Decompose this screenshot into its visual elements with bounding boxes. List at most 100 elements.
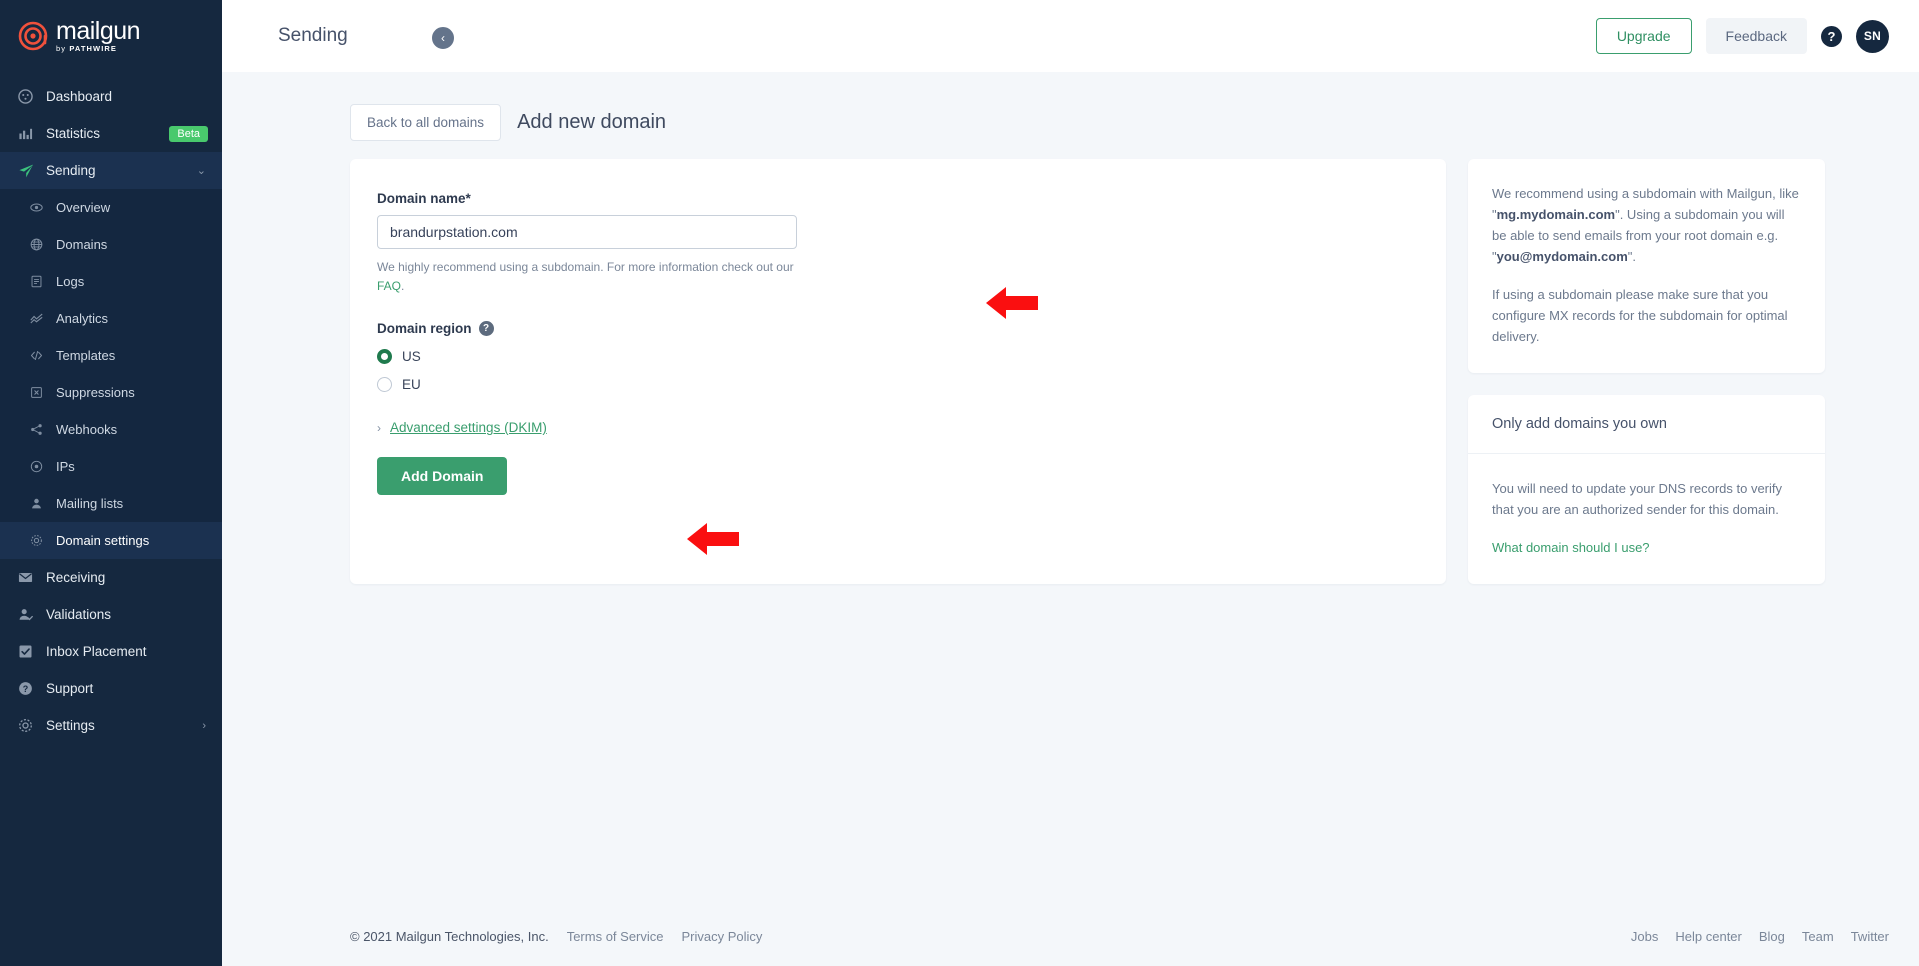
privacy-policy-link[interactable]: Privacy Policy	[682, 929, 763, 944]
sidebar-item-dashboard[interactable]: Dashboard	[0, 78, 222, 115]
sidebar-item-label: Settings	[46, 718, 95, 733]
share-icon	[30, 423, 50, 436]
globe-icon	[30, 238, 50, 251]
location-pin-icon	[30, 460, 50, 473]
sidebar-item-label: Receiving	[46, 570, 106, 585]
footer: © 2021 Mailgun Technologies, Inc. Terms …	[222, 906, 1919, 966]
region-option-us[interactable]: US	[377, 349, 1419, 365]
user-icon	[30, 497, 50, 510]
mailgun-logo[interactable]: mailgun by PATHWIRE	[0, 0, 222, 72]
help-icon[interactable]: ?	[1821, 25, 1842, 47]
sidebar-item-inbox-placement[interactable]: Inbox Placement	[0, 633, 222, 670]
advanced-settings-link[interactable]: Advanced settings (DKIM)	[390, 420, 547, 435]
terms-of-service-link[interactable]: Terms of Service	[567, 929, 664, 944]
footer-right: Jobs Help center Blog Team Twitter	[1631, 929, 1889, 944]
jobs-link[interactable]: Jobs	[1631, 929, 1658, 944]
domain-region-label: Domain region	[377, 321, 472, 337]
sidebar-item-label: Support	[46, 681, 94, 696]
add-new-domain-title: Add new domain	[517, 111, 667, 133]
sidebar-item-support[interactable]: ? Support	[0, 670, 222, 707]
sidebar-item-label: Domains	[56, 237, 108, 252]
radio-us[interactable]	[377, 349, 392, 365]
advanced-settings-toggle[interactable]: › Advanced settings (DKIM)	[377, 420, 1419, 435]
copyright: © 2021 Mailgun Technologies, Inc.	[350, 928, 549, 944]
svg-text:?: ?	[23, 684, 29, 694]
sidebar-item-mailing-lists[interactable]: Mailing lists	[0, 485, 222, 522]
sidebar-item-label: Statistics	[46, 126, 101, 141]
paper-plane-icon	[18, 163, 40, 179]
what-domain-link[interactable]: What domain should I use?	[1492, 540, 1650, 555]
breadcrumb: Back to all domains Add new domain	[350, 104, 1889, 141]
domain-region-label-row: Domain region ?	[377, 321, 1419, 337]
bar-chart-icon	[18, 126, 40, 141]
top-header: Sending Upgrade Feedback ? SN	[222, 0, 1919, 72]
gear-icon	[18, 718, 40, 733]
add-domain-form-card: Domain name* We highly recommend using a…	[350, 159, 1446, 585]
back-to-all-domains-button[interactable]: Back to all domains	[350, 104, 502, 141]
sidebar-item-ips[interactable]: IPs	[0, 448, 222, 485]
sidebar-item-label: Analytics	[56, 311, 109, 326]
line-chart-icon	[30, 312, 50, 325]
page-title: Sending	[278, 25, 348, 46]
sidebar-item-webhooks[interactable]: Webhooks	[0, 411, 222, 448]
region-option-eu[interactable]: EU	[377, 377, 1419, 393]
info-paragraph: You will need to update your DNS records…	[1492, 481, 1783, 518]
mailgun-logo-icon	[18, 21, 48, 51]
info-sidebar: We recommend using a subdomain with Mail…	[1468, 159, 1825, 585]
content-columns: Domain name* We highly recommend using a…	[350, 159, 1889, 585]
help-circle-icon: ?	[18, 681, 40, 696]
sidebar-item-overview[interactable]: Overview	[0, 189, 222, 226]
code-icon	[30, 349, 50, 362]
sidebar-item-label: Webhooks	[56, 422, 118, 437]
sidebar-item-label: Mailing lists	[56, 496, 124, 511]
domain-name-input[interactable]	[377, 215, 797, 249]
help-text-prefix: We highly recommend using a subdomain. F…	[377, 260, 794, 274]
footer-left: © 2021 Mailgun Technologies, Inc. Terms …	[350, 929, 762, 944]
sidebar-item-label: IPs	[56, 459, 75, 474]
sidebar-item-validations[interactable]: Validations	[0, 596, 222, 633]
twitter-link[interactable]: Twitter	[1851, 929, 1889, 944]
sidebar-item-label: Sending	[46, 163, 96, 178]
sidebar-item-label: Domain settings	[56, 533, 150, 548]
help-center-link[interactable]: Help center	[1675, 929, 1741, 944]
sidebar-item-statistics[interactable]: Statistics Beta	[0, 115, 222, 152]
sidebar-item-logs[interactable]: Logs	[0, 263, 222, 300]
sidebar-item-templates[interactable]: Templates	[0, 337, 222, 374]
blog-link[interactable]: Blog	[1759, 929, 1785, 944]
chevron-down-icon[interactable]: ⌄	[197, 164, 206, 177]
chevron-right-icon[interactable]: ›	[202, 720, 206, 732]
info-card-own-domains-body: You will need to update your DNS records…	[1468, 454, 1825, 584]
sidebar-item-domains[interactable]: Domains	[0, 226, 222, 263]
info-card-subdomain-body: We recommend using a subdomain with Mail…	[1468, 159, 1825, 373]
upgrade-button[interactable]: Upgrade	[1595, 18, 1692, 54]
sending-submenu: Overview Domains Logs Analytics Template…	[0, 189, 222, 559]
info-paragraph: What domain should I use?	[1492, 537, 1801, 558]
sidebar-item-sending[interactable]: Sending ⌄	[0, 152, 222, 189]
sidebar-item-label: Validations	[46, 607, 112, 622]
sidebar-item-receiving[interactable]: Receiving	[0, 559, 222, 596]
dashboard-icon	[18, 89, 40, 104]
chevron-right-icon: ›	[377, 420, 381, 435]
avatar[interactable]: SN	[1856, 19, 1889, 53]
sidebar-item-label: Suppressions	[56, 385, 135, 400]
sidebar-collapse-toggle[interactable]: ‹	[429, 24, 457, 52]
faq-link[interactable]: FAQ	[377, 279, 401, 293]
header-actions: Upgrade Feedback ? SN	[1595, 18, 1889, 54]
logo-tagline: by PATHWIRE	[56, 44, 117, 53]
info-card-own-domains: Only add domains you own You will need t…	[1468, 395, 1825, 585]
team-link[interactable]: Team	[1802, 929, 1834, 944]
add-domain-button[interactable]: Add Domain	[377, 457, 508, 496]
main-area: ‹ Sending Upgrade Feedback ? SN Back to …	[222, 0, 1919, 966]
sidebar-item-suppressions[interactable]: Suppressions	[0, 374, 222, 411]
sidebar-item-analytics[interactable]: Analytics	[0, 300, 222, 337]
eye-icon	[30, 201, 50, 214]
help-text-suffix: .	[401, 278, 405, 293]
domain-name-label: Domain name*	[377, 191, 471, 206]
feedback-button[interactable]: Feedback	[1705, 18, 1807, 54]
info-paragraph: If using a subdomain please make sure th…	[1492, 287, 1788, 345]
sidebar-item-settings[interactable]: Settings ›	[0, 707, 222, 744]
sidebar-item-domain-settings[interactable]: Domain settings	[0, 522, 222, 559]
info-card-heading: Only add domains you own	[1468, 395, 1825, 455]
radio-eu[interactable]	[377, 377, 392, 393]
question-mark-icon[interactable]: ?	[478, 321, 494, 337]
